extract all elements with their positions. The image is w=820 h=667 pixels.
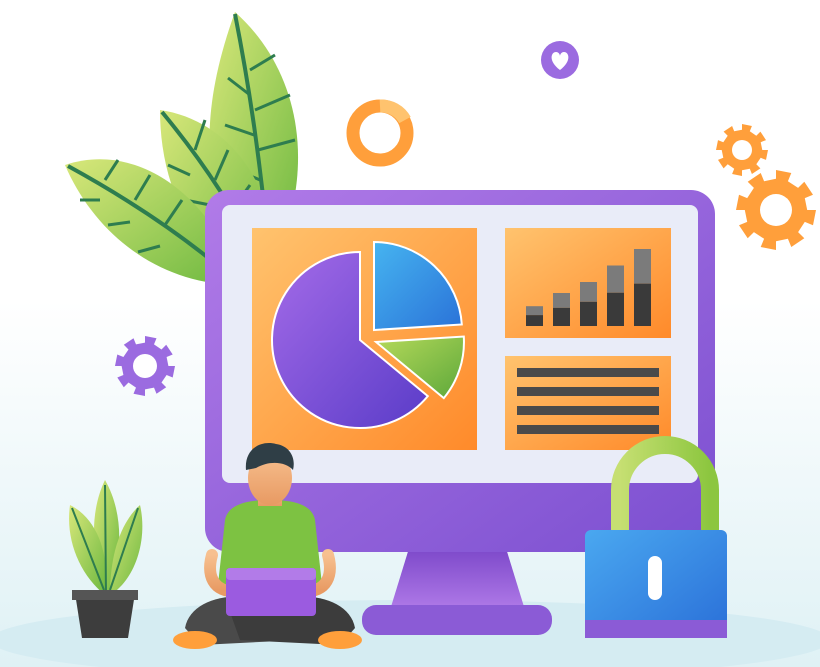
bar-bottom [526,315,543,326]
text-line [517,406,659,415]
text-line [517,368,659,377]
text-line [517,387,659,396]
text-lines-panel [505,356,671,450]
heart-icon [541,41,579,79]
bar-bottom [553,307,570,326]
bar-bottom [634,283,651,326]
pie-chart-panel [252,228,477,450]
bar-top [526,306,543,316]
bar-top [580,282,597,302]
bar-bottom [580,301,597,326]
bar-top [634,249,651,284]
bar-top [553,293,570,308]
bar-top [607,265,624,293]
text-line [517,425,659,434]
bar-chart-panel [505,228,671,338]
bar-bottom [607,292,624,326]
illustration-scene [0,0,820,667]
laptop-icon [226,568,316,616]
